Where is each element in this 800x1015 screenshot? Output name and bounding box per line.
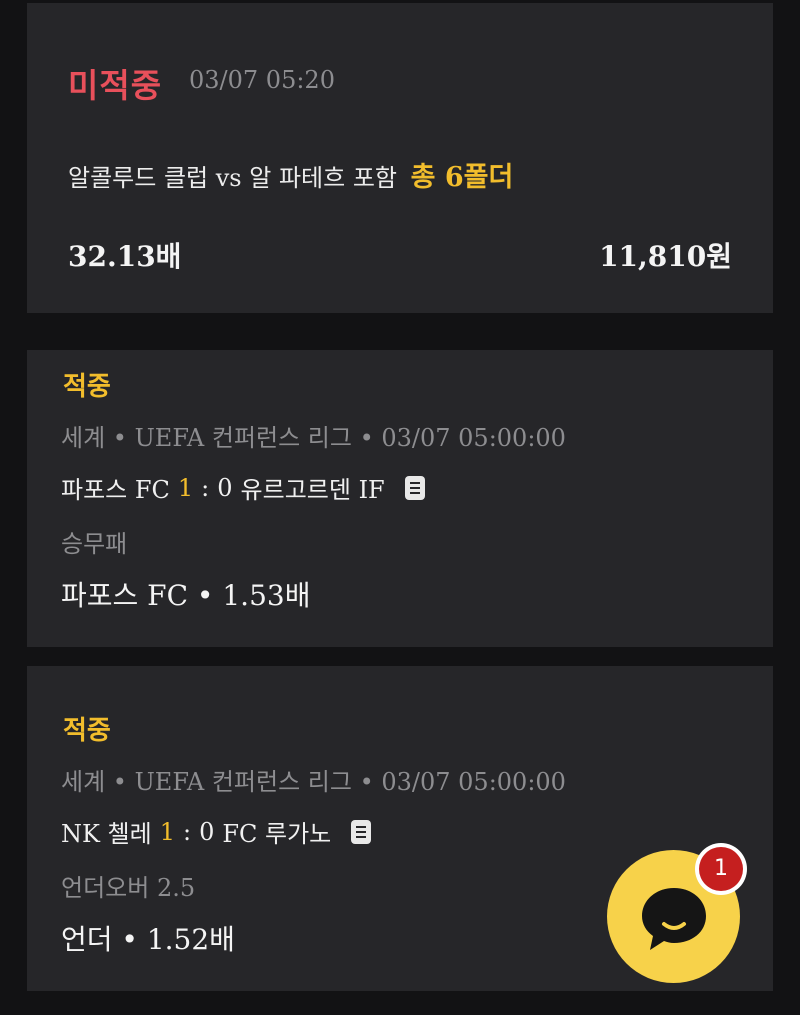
folder-count: 총 6폴더 [410, 162, 514, 193]
away-team: 유르고르덴 IF [240, 476, 385, 504]
home-score: 1 [159, 817, 175, 846]
home-score: 1 [177, 473, 194, 502]
match-score: NK 첼레 1 : 0 FC 루가노 [61, 814, 372, 849]
home-team: NK 첼레 [61, 820, 152, 848]
total-odds: 32.13배 [68, 240, 182, 273]
bet-slip-summary-card[interactable]: 미적중 03/07 05:20 알콜루드 클럽 vs 알 파테흐 포함 총 6폴… [27, 3, 773, 313]
home-team: 파포스 FC [61, 476, 170, 504]
match-title: 알콜루드 클럽 vs 알 파테흐 포함 총 6폴더 [68, 155, 513, 194]
match-score: 파포스 FC 1 : 0 유르고르덴 IF [61, 470, 425, 505]
status-hit-label: 적중 [63, 372, 111, 402]
bet-item-card[interactable]: 적중 세계 • UEFA 컨퍼런스 리그 • 03/07 05:00:00 파포… [27, 350, 773, 647]
market-type: 언더오버 2.5 [61, 874, 196, 902]
away-score: 0 [217, 473, 233, 502]
selected-pick: 언더 • 1.52배 [61, 923, 235, 956]
score-separator: : [201, 473, 210, 502]
notification-count: 1 [699, 847, 743, 891]
score-separator: : [183, 817, 192, 846]
selected-pick: 파포스 FC • 1.53배 [61, 579, 311, 612]
chat-bubble-icon [642, 888, 706, 950]
league-info: 세계 • UEFA 컨퍼런스 리그 • 03/07 05:00:00 [61, 768, 566, 796]
match-teams: 알콜루드 클럽 vs 알 파테흐 포함 [68, 164, 397, 192]
market-type: 승무패 [61, 530, 128, 558]
status-lost-label: 미적중 [68, 66, 163, 105]
document-icon[interactable] [351, 819, 372, 844]
league-info: 세계 • UEFA 컨퍼런스 리그 • 03/07 05:00:00 [61, 424, 566, 452]
notification-badge: 1 [695, 843, 747, 895]
bet-amount: 11,810원 [599, 240, 732, 273]
away-score: 0 [199, 817, 215, 846]
bet-datetime: 03/07 05:20 [189, 66, 335, 94]
status-hit-label: 적중 [63, 716, 111, 746]
away-team: FC 루가노 [222, 820, 332, 848]
document-icon[interactable] [404, 475, 425, 500]
